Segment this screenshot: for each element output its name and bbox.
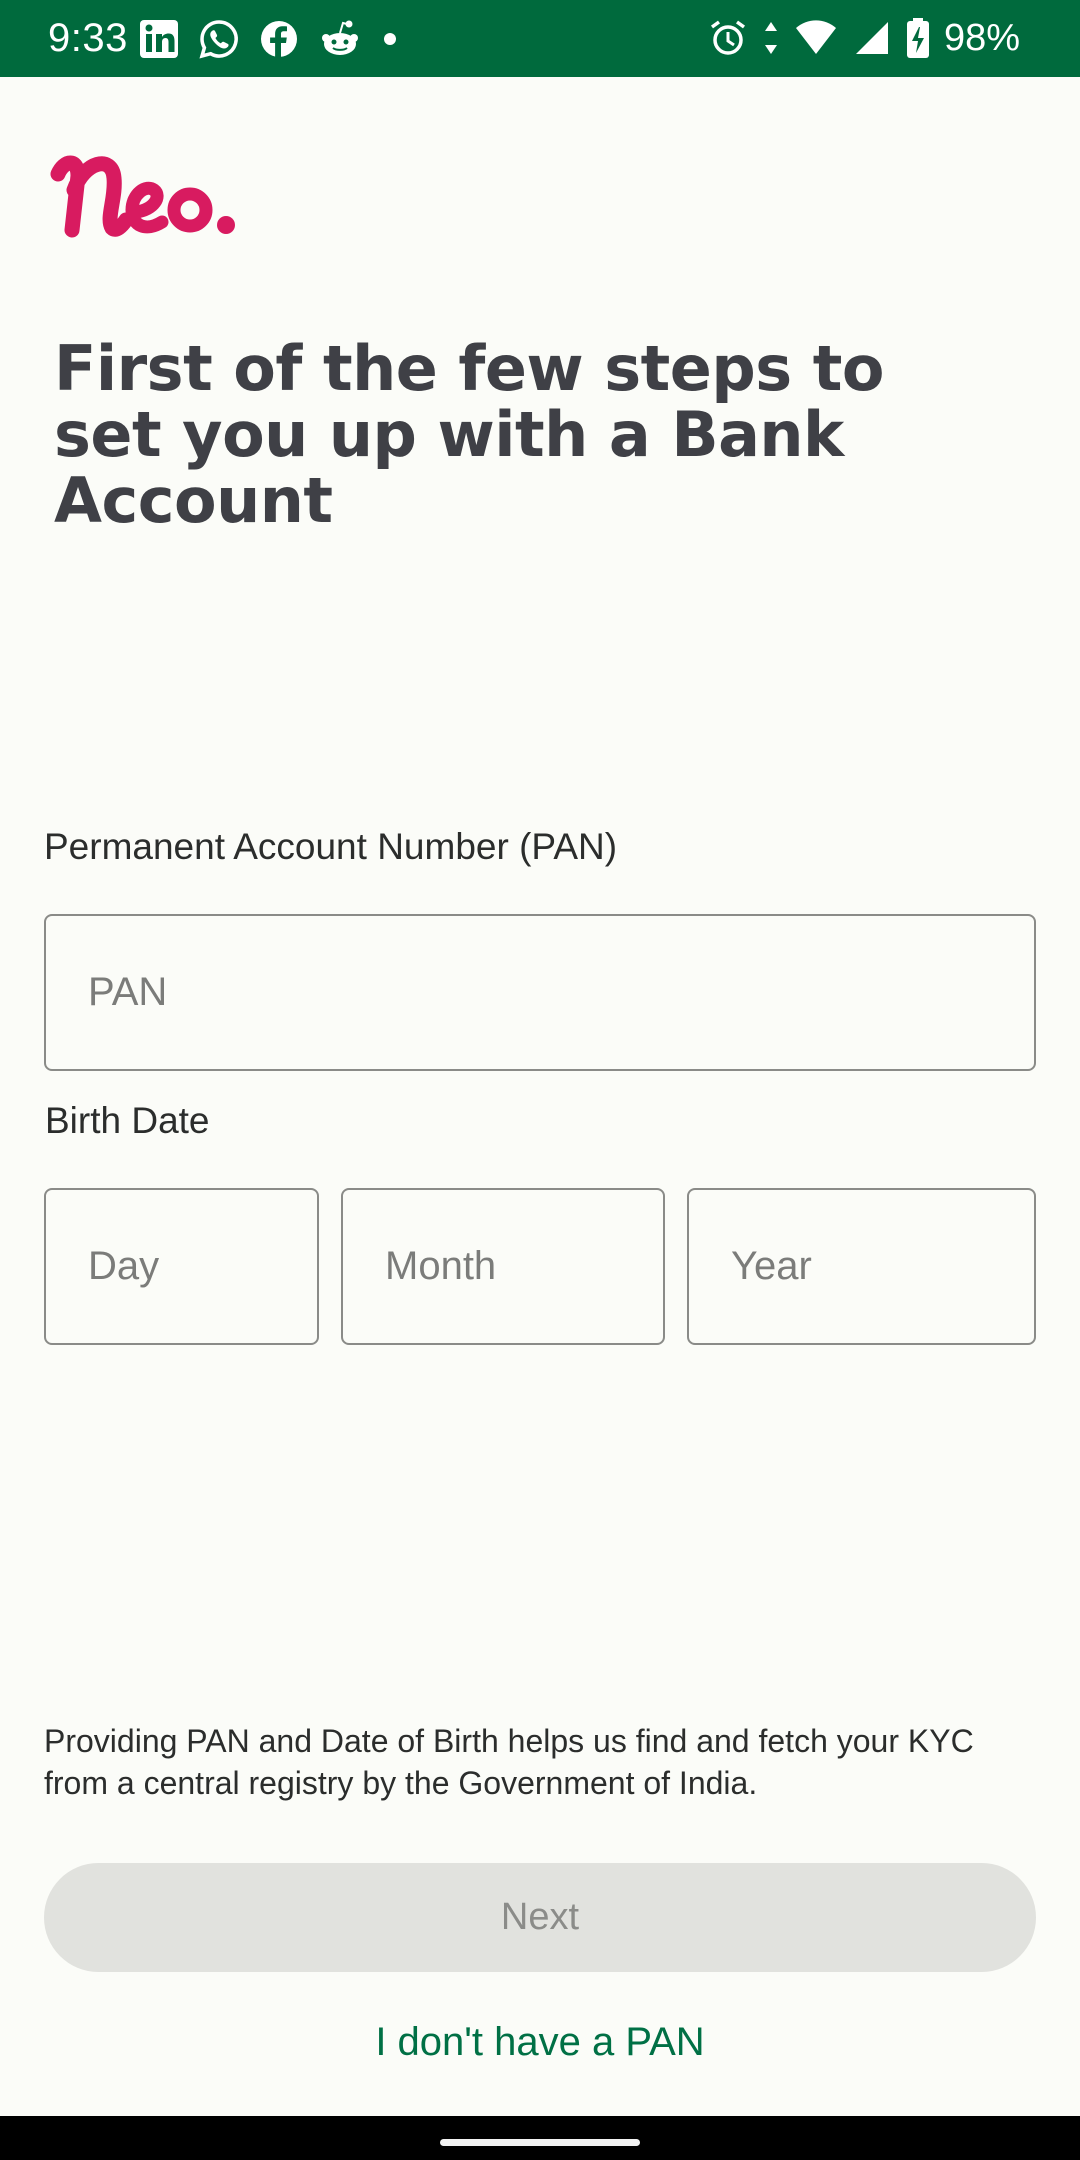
- pan-label: Permanent Account Number (PAN): [44, 826, 618, 867]
- wifi-icon: [794, 18, 838, 58]
- status-bar: 9:33 98%: [0, 0, 1080, 77]
- system-icons: 98%: [694, 16, 1020, 60]
- pan-input[interactable]: [46, 916, 1034, 1069]
- home-gesture-handle[interactable]: [440, 2139, 640, 2146]
- alarm-icon: [708, 18, 748, 58]
- notification-icons: [138, 18, 418, 60]
- battery-percent: 98%: [943, 17, 1020, 59]
- kyc-info-text: Providing PAN and Date of Birth helps us…: [44, 1723, 974, 1801]
- navigation-bar: [0, 2116, 1080, 2160]
- signal-icon: [852, 18, 892, 58]
- month-input[interactable]: [343, 1190, 663, 1343]
- next-button[interactable]: Next: [44, 1863, 1036, 1972]
- no-pan-link[interactable]: I don't have a PAN: [0, 2020, 1080, 2065]
- day-field[interactable]: [44, 1188, 319, 1345]
- facebook-icon: [258, 18, 300, 60]
- month-field[interactable]: [341, 1188, 665, 1345]
- whatsapp-icon: [198, 18, 240, 60]
- day-input[interactable]: [46, 1190, 317, 1343]
- year-field[interactable]: [687, 1188, 1036, 1345]
- year-input[interactable]: [689, 1190, 1034, 1343]
- page-title: First of the few steps to set you up wit…: [54, 332, 884, 537]
- status-time: 9:33: [48, 16, 128, 60]
- neo-logo: [50, 140, 250, 250]
- data-arrows-icon: [762, 18, 780, 58]
- reddit-icon: [318, 18, 362, 60]
- dot-icon: [380, 18, 400, 60]
- battery-charging-icon: [906, 17, 930, 59]
- birth-date-label: Birth Date: [45, 1100, 210, 1141]
- pan-field[interactable]: [44, 914, 1036, 1071]
- linkedin-icon: [138, 18, 180, 60]
